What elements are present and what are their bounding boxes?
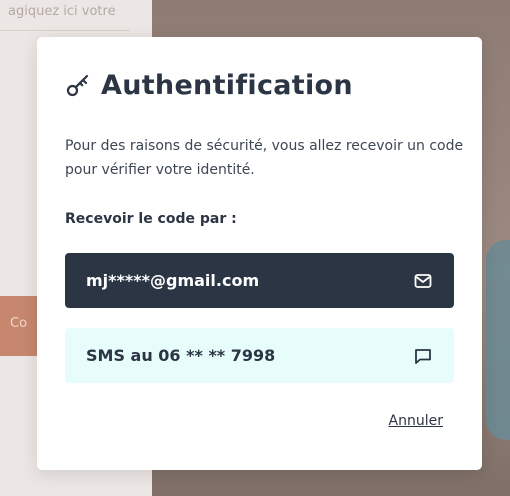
modal-title: Authentification [101, 69, 353, 101]
sms-option-button[interactable]: SMS au 06 ** ** 7998 [65, 328, 454, 383]
modal-description: Pour des raisons de sécurité, vous allez… [65, 138, 464, 178]
sms-option-label: SMS au 06 ** ** 7998 [86, 346, 276, 365]
background-button: Co [0, 296, 40, 356]
modal-header: Authentification [65, 67, 353, 103]
message-icon [414, 347, 432, 365]
mail-icon [414, 272, 432, 290]
receive-code-label: Recevoir le code par : [65, 211, 237, 227]
background-input-text: agiquez ici votre [8, 4, 116, 19]
background-accent-shape [486, 240, 510, 440]
email-option-button[interactable]: mj*****@gmail.com [65, 253, 454, 308]
authentication-modal: Authentification Pour des raisons de séc… [37, 37, 482, 470]
email-option-label: mj*****@gmail.com [86, 271, 260, 290]
key-icon [65, 72, 91, 98]
background-divider [0, 30, 130, 31]
cancel-link[interactable]: Annuler [389, 413, 443, 429]
